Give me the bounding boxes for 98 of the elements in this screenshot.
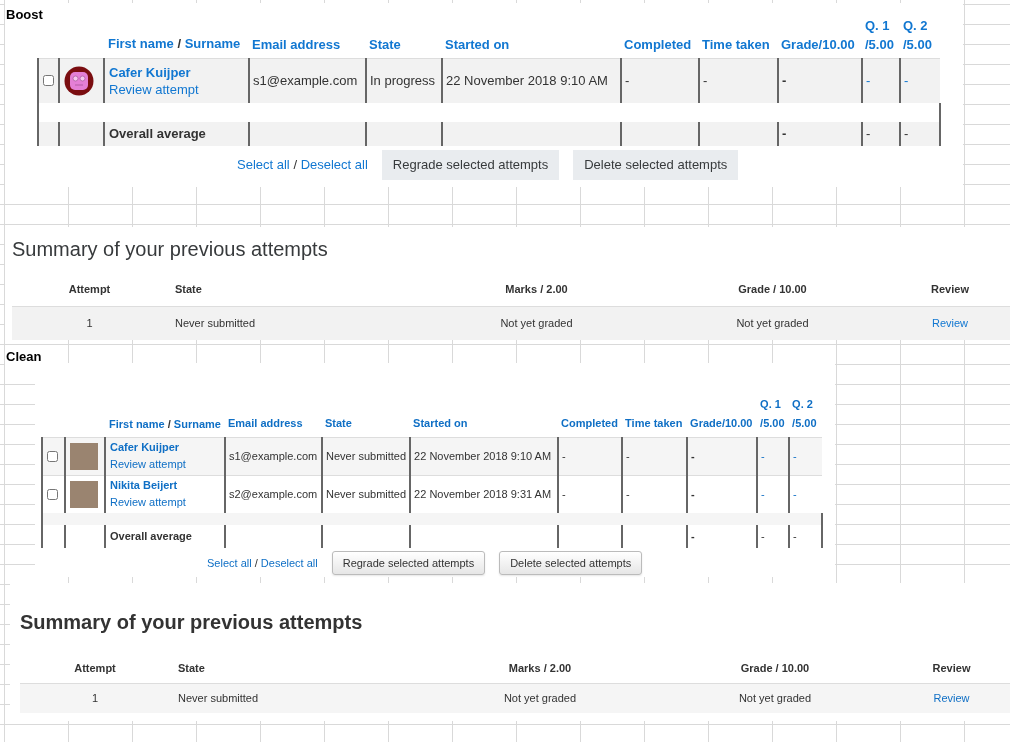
column-header: State [175, 282, 202, 295]
column-sort-link[interactable]: Completed [624, 34, 696, 54]
robot-avatar-icon [64, 65, 94, 96]
header-separator: / [176, 36, 182, 51]
student-name-link[interactable]: Cafer Kuijper [109, 63, 244, 81]
column-sort-link[interactable]: Time taken [625, 413, 685, 433]
row-checkbox[interactable] [47, 488, 58, 500]
column-header: Grade / 10.00 [740, 661, 810, 674]
table-cell: - [691, 488, 695, 500]
header-separator: / [166, 418, 172, 430]
review-link[interactable]: Review [933, 692, 970, 704]
table-cell: s1@example.com [253, 73, 358, 88]
table-cell: - [562, 449, 566, 462]
table-cell: Never submitted [178, 692, 259, 704]
student-name-link[interactable]: Nikita Beijert [110, 477, 220, 495]
review-attempt-link[interactable]: Review attempt [110, 494, 220, 512]
column-header: Grade / 10.00 [738, 282, 807, 295]
table-cell: - [904, 126, 909, 142]
table-cell: s2@example.com [229, 488, 318, 500]
table-cell: Not yet graded [503, 692, 577, 704]
review-attempt-link[interactable]: Review attempt [109, 80, 244, 98]
delete-button[interactable]: Delete selected attempts [499, 551, 643, 575]
summary-heading: Summary of your previous attempts [12, 237, 329, 262]
table-cell: - [782, 126, 787, 142]
table-cell: - [761, 530, 765, 543]
column-sort-link[interactable]: Q. 2 /5.00 [792, 394, 820, 433]
delete-button[interactable]: Delete selected attempts [573, 150, 739, 180]
column-header: State [178, 661, 205, 674]
table-cell: Never submitted [326, 488, 407, 500]
select-all-link[interactable]: Select all [237, 157, 290, 173]
link-separator: / [253, 556, 259, 569]
surname-sort-link[interactable]: Surname [173, 418, 221, 430]
question-mark-link[interactable]: - [761, 488, 765, 500]
deselect-all-link[interactable]: Deselect all [300, 157, 368, 173]
column-header: Review [932, 661, 971, 674]
summary-heading: Summary of your previous attempts [20, 610, 364, 635]
table-cell: - [625, 73, 630, 88]
link-separator: / [292, 157, 298, 173]
column-sort-link[interactable]: Completed [561, 413, 620, 433]
question-mark-link[interactable]: - [866, 73, 871, 88]
column-header: Marks / 2.00 [505, 282, 568, 295]
column-header: Attempt [68, 282, 111, 295]
first-name-sort-link[interactable]: First name [109, 418, 165, 430]
table-cell: 1 [91, 692, 99, 704]
photo-placeholder [70, 480, 98, 508]
table-cell: Never submitted [326, 449, 407, 462]
deselect-all-link[interactable]: Deselect all [260, 556, 318, 569]
row-checkbox[interactable] [47, 450, 58, 462]
column-sort-link[interactable]: Started on [445, 34, 618, 54]
regrade-button[interactable]: Regrade selected attempts [331, 551, 486, 575]
column-header: Marks / 2.00 [508, 661, 572, 674]
column-sort-link[interactable]: Email address [228, 413, 319, 433]
table-cell: s1@example.com [229, 449, 318, 462]
column-sort-link[interactable]: Time taken [702, 34, 775, 54]
question-mark-link[interactable]: - [761, 449, 765, 462]
review-link[interactable]: Review [931, 317, 969, 329]
question-mark-link[interactable]: - [793, 488, 797, 500]
column-sort-link[interactable]: Q. 2 /5.00 [903, 15, 937, 54]
photo-placeholder [70, 442, 98, 470]
row-checkbox[interactable] [43, 75, 54, 87]
table-cell: - [691, 449, 695, 462]
table-cell: - [626, 488, 630, 500]
table-cell: - [866, 126, 871, 142]
surname-sort-link[interactable]: Surname [184, 36, 241, 51]
regrade-button[interactable]: Regrade selected attempts [381, 150, 560, 180]
first-name-sort-link[interactable]: First name [108, 36, 174, 51]
table-cell: Not yet graded [736, 317, 809, 329]
table-cell: 22 November 2018 9:31 AM [414, 488, 552, 500]
select-all-link[interactable]: Select all [207, 556, 252, 569]
table-cell: 22 November 2018 9:10 AM [446, 73, 608, 88]
column-sort-link[interactable]: Started on [413, 413, 556, 433]
question-mark-link[interactable]: - [904, 73, 909, 88]
column-sort-link[interactable]: Grade/10.00 [690, 413, 755, 433]
table-cell: - [703, 73, 708, 88]
table-cell: Never submitted [175, 317, 256, 329]
table-cell: - [793, 530, 797, 543]
overall-average-label: Overall average [109, 126, 206, 142]
column-header: Attempt [74, 661, 116, 674]
column-sort-link[interactable]: Email address [252, 34, 363, 54]
overall-average-label: Overall average [110, 530, 192, 543]
review-attempt-link[interactable]: Review attempt [110, 456, 220, 473]
table-cell: - [691, 530, 695, 543]
column-sort-link[interactable]: State [325, 413, 408, 433]
table-cell: - [782, 73, 787, 88]
table-cell: - [562, 488, 566, 500]
column-sort-link[interactable]: Q. 1 /5.00 [865, 15, 897, 54]
table-cell: 22 November 2018 9:10 AM [414, 449, 552, 462]
student-name-link[interactable]: Cafer Kuijper [110, 439, 220, 456]
table-cell: Not yet graded [738, 692, 812, 704]
question-mark-link[interactable]: - [793, 449, 797, 462]
column-sort-link[interactable]: Q. 1 /5.00 [760, 394, 787, 433]
column-sort-link[interactable]: Grade/10.00 [781, 34, 859, 54]
table-cell: In progress [370, 73, 436, 88]
table-cell: 1 [86, 317, 93, 329]
column-header: Review [931, 282, 969, 295]
column-sort-link[interactable]: State [369, 34, 439, 54]
table-cell: - [626, 449, 630, 462]
table-cell: Not yet graded [500, 317, 573, 329]
